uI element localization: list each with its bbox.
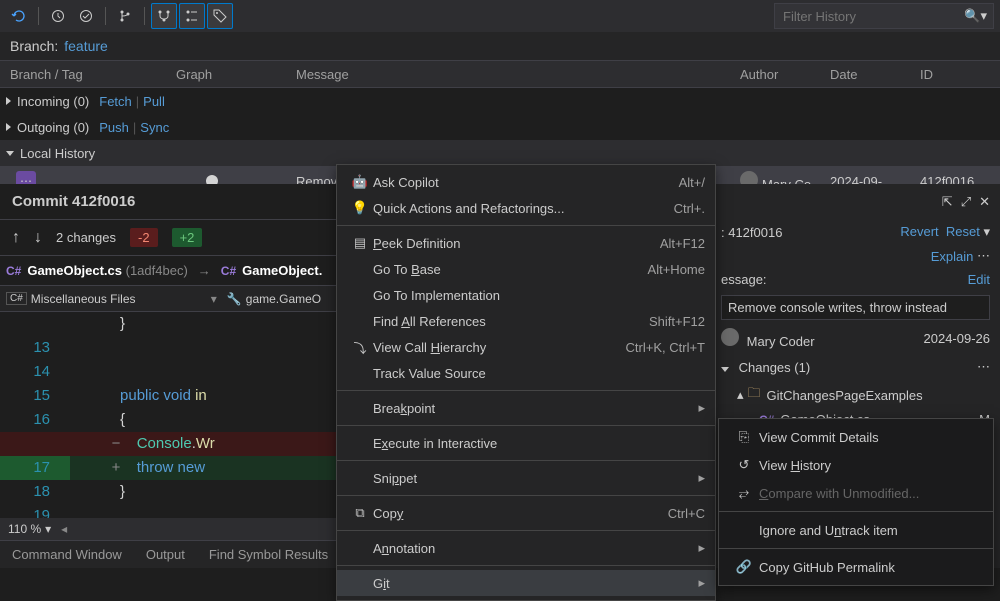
additions-badge: +2	[172, 228, 203, 247]
filter-input[interactable]	[783, 9, 985, 24]
zoom-level[interactable]: 110 %	[8, 522, 41, 536]
explain-link[interactable]: Explain	[931, 249, 974, 264]
graph-icon[interactable]	[151, 3, 177, 29]
fetch-link[interactable]: Fetch	[99, 94, 132, 109]
ctx-quick-actions[interactable]: 💡Quick Actions and Refactorings...Ctrl+.	[337, 195, 715, 221]
detail-commit-id: : 412f0016	[721, 225, 782, 240]
ctx-peek-definition[interactable]: ▤Peek DefinitionAlt+F12	[337, 230, 715, 256]
context-menu: 🤖Ask CopilotAlt+/ 💡Quick Actions and Ref…	[336, 164, 716, 601]
close-icon[interactable]: ✕	[979, 194, 990, 210]
sub-view-history[interactable]: ↺View History	[719, 451, 993, 479]
reset-link[interactable]: Reset	[946, 224, 980, 239]
tree-folder[interactable]: ▴🗀GitChangesPageExamples	[711, 381, 1000, 409]
revert-link[interactable]: Revert	[900, 224, 938, 239]
filter-history-input[interactable]: 🔍▾	[774, 3, 994, 29]
ctx-track-value-source[interactable]: Track Value Source	[337, 360, 715, 386]
prev-change-button[interactable]: ↑	[12, 229, 20, 247]
ctx-ask-copilot[interactable]: 🤖Ask CopilotAlt+/	[337, 169, 715, 195]
ctx-annotation[interactable]: Annotation▸	[337, 535, 715, 561]
branch-icon[interactable]	[112, 3, 138, 29]
csharp-icon: C#	[221, 264, 236, 278]
commit-message-box[interactable]: Remove console writes, throw instead	[721, 295, 990, 320]
sync-link[interactable]: Sync	[140, 120, 169, 135]
col-branch-tag[interactable]: Branch / Tag	[0, 67, 176, 82]
more-icon[interactable]: ⋯	[977, 359, 990, 375]
expand-icon[interactable]	[6, 97, 11, 105]
tab-find-symbol[interactable]: Find Symbol Results	[197, 547, 340, 562]
expand-icon[interactable]	[6, 123, 11, 131]
branch-name[interactable]: feature	[64, 38, 108, 54]
outgoing-label: Outgoing (0)	[17, 120, 89, 135]
ctx-git[interactable]: Git▸	[337, 570, 715, 596]
edit-link[interactable]: Edit	[968, 272, 990, 287]
refresh-icon[interactable]	[6, 3, 32, 29]
ctx-view-call-hierarchy[interactable]: ⤵View Call HierarchyCtrl+K, Ctrl+T	[337, 334, 715, 360]
sub-ignore-untrack[interactable]: Ignore and Untrack item	[719, 516, 993, 544]
pull-link[interactable]: Pull	[143, 94, 165, 109]
check-icon[interactable]	[73, 3, 99, 29]
col-message[interactable]: Message	[296, 67, 740, 82]
diff-title: Commit 412f0016	[12, 193, 135, 210]
ctx-copy[interactable]: ⧉CopyCtrl+C	[337, 500, 715, 526]
avatar	[721, 328, 739, 346]
ctx-find-all-references[interactable]: Find All ReferencesShift+F12	[337, 308, 715, 334]
col-graph[interactable]: Graph	[176, 67, 296, 82]
git-submenu: ⎘View Commit Details ↺View History ⥂Comp…	[718, 418, 994, 586]
col-id[interactable]: ID	[920, 67, 1000, 82]
ctx-breakpoint[interactable]: Breakpoint▸	[337, 395, 715, 421]
col-date[interactable]: Date	[830, 67, 920, 82]
local-history-label: Local History	[20, 146, 95, 161]
sub-copy-github-permalink[interactable]: 🔗Copy GitHub Permalink	[719, 553, 993, 581]
collapse-icon[interactable]	[6, 151, 14, 156]
folder-icon: 🗀	[748, 384, 761, 406]
changes-count: 2 changes	[56, 230, 116, 245]
branch-label: Branch:	[10, 38, 58, 54]
sub-compare-unmodified: ⥂Compare with Unmodified...	[719, 479, 993, 507]
sub-view-commit-details[interactable]: ⎘View Commit Details	[719, 423, 993, 451]
ctx-go-to-implementation[interactable]: Go To Implementation	[337, 282, 715, 308]
clock-icon[interactable]	[45, 3, 71, 29]
search-icon[interactable]: 🔍▾	[964, 8, 987, 24]
tab-output[interactable]: Output	[134, 547, 197, 562]
incoming-label: Incoming (0)	[17, 94, 89, 109]
next-change-button[interactable]: ↓	[34, 229, 42, 247]
maximize-icon[interactable]: ⤢	[961, 194, 971, 210]
ctx-snippet[interactable]: Snippet▸	[337, 465, 715, 491]
tag-icon[interactable]	[207, 3, 233, 29]
deletions-badge: -2	[130, 228, 158, 247]
push-link[interactable]: Push	[99, 120, 129, 135]
ctx-execute-interactive[interactable]: Execute in Interactive	[337, 430, 715, 456]
csharp-icon: C#	[6, 264, 21, 278]
ctx-go-to-base[interactable]: Go To BaseAlt+Home	[337, 256, 715, 282]
tab-command-window[interactable]: Command Window	[0, 547, 134, 562]
commit-list-icon[interactable]	[179, 3, 205, 29]
col-author[interactable]: Author	[740, 67, 830, 82]
csharp-badge: C#	[6, 292, 27, 305]
dock-icon[interactable]: ⇱	[942, 194, 953, 210]
